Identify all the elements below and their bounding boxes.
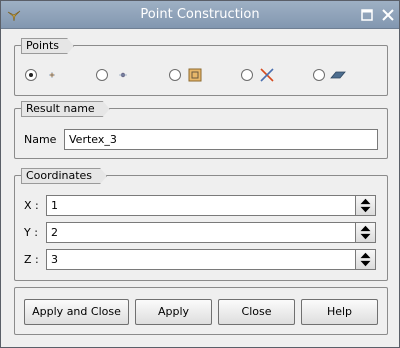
help-button[interactable]: Help [301,299,378,325]
point-on-plane-icon [330,71,346,79]
radio-point-on-face[interactable] [169,69,181,81]
coordinates-group-label: Coordinates [21,168,107,184]
apply-button[interactable]: Apply [135,299,212,325]
point-construction-dialog: Point Construction Points Result name Na… [0,0,400,348]
y-label: Y : [24,226,38,239]
close-icon[interactable] [380,7,396,23]
buttons-group: Apply and Close Apply Close Help [14,287,388,335]
z-label: Z : [24,253,39,266]
window-title: Point Construction [140,7,260,22]
point-intersection-icon [260,68,274,82]
name-input[interactable]: Vertex_3 [64,129,378,150]
y-spinbox-icon[interactable] [355,222,376,243]
close-button[interactable]: Close [218,299,295,325]
name-label: Name [24,133,57,146]
point-coordinates-icon [49,72,55,78]
z-input[interactable]: 3 [46,249,356,270]
maximize-icon[interactable] [359,7,375,23]
point-on-edge-icon [119,72,127,78]
radio-point-intersection[interactable] [241,69,253,81]
x-spinbox-icon[interactable] [355,195,376,216]
y-input[interactable]: 2 [46,222,356,243]
apply-and-close-button[interactable]: Apply and Close [24,299,129,325]
radio-point-on-edge[interactable] [96,69,108,81]
point-on-face-icon [188,68,202,82]
coordinates-group: Coordinates X : 1 Y : 2 Z : 3 [14,175,388,281]
points-group: Points [14,45,388,96]
z-spinbox-icon[interactable] [355,249,376,270]
x-input[interactable]: 1 [46,195,356,216]
radio-point-on-plane[interactable] [313,69,325,81]
radio-point-coordinates[interactable] [25,69,37,81]
result-name-group-label: Result name [21,101,110,117]
result-name-group: Result name Name Vertex_3 [14,108,388,159]
title-bar[interactable]: Point Construction [1,1,399,29]
points-group-label: Points [21,38,74,54]
x-label: X : [24,199,39,212]
